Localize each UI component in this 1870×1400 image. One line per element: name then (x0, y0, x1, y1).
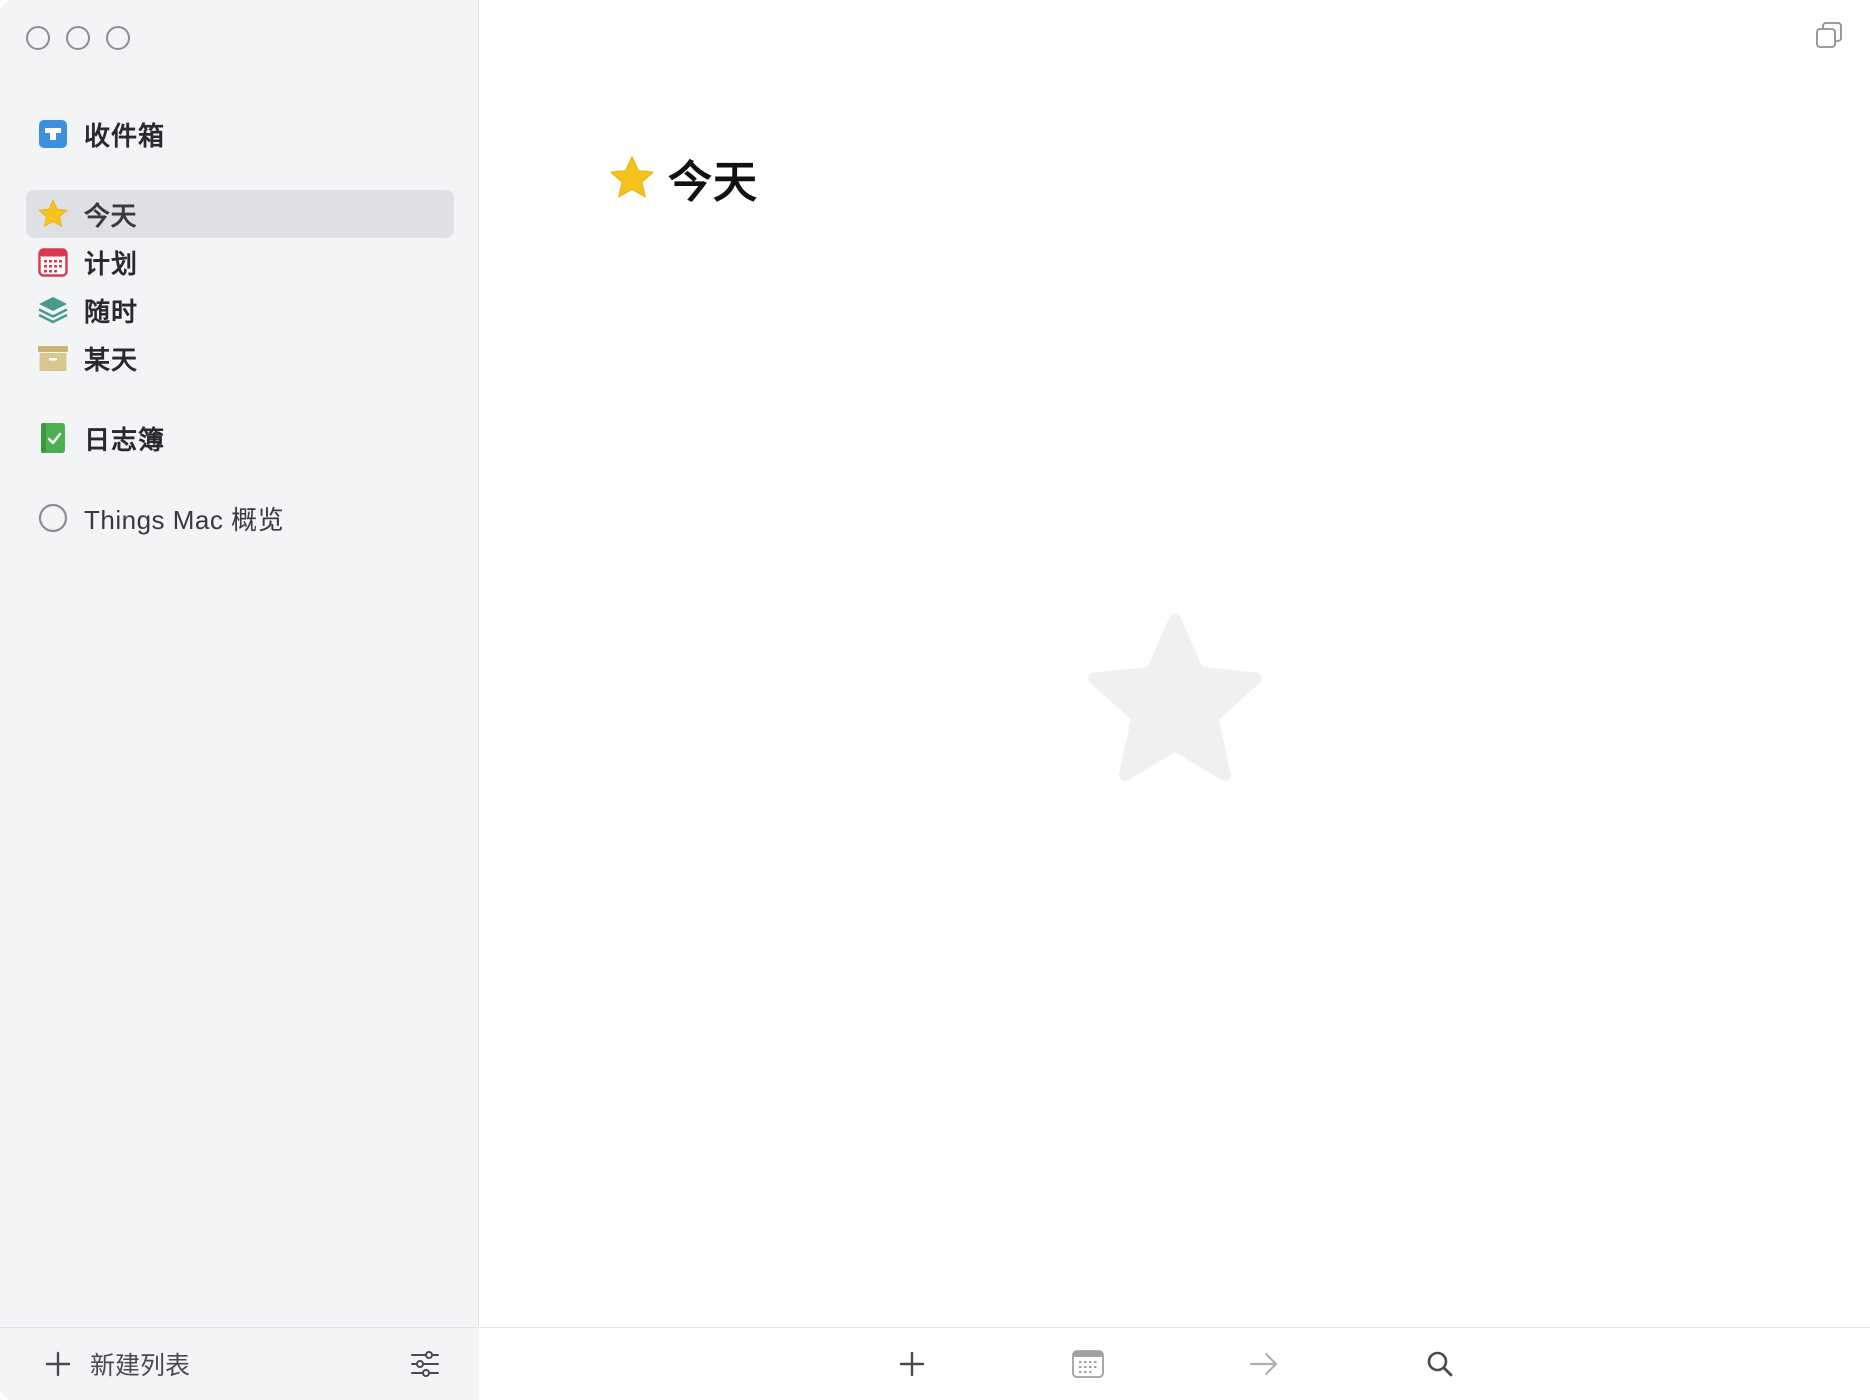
calendar-icon (1072, 1350, 1104, 1378)
sidebar-item-inbox[interactable]: 收件箱 (26, 110, 454, 158)
new-list-button[interactable]: 新建列表 (44, 1346, 190, 1382)
sidebar-item-project[interactable]: Things Mac 概览 (26, 494, 454, 542)
sidebar-item-upcoming[interactable]: 计划 (26, 238, 454, 286)
sidebar-footer: 新建列表 (0, 1327, 479, 1400)
close-window-button[interactable] (26, 26, 50, 50)
sidebar-item-label: 某天 (84, 344, 139, 375)
sidebar-item-anytime[interactable]: 随时 (26, 286, 454, 334)
things-window: 收件箱 今天 计划 随时 某天 日志簿 Things Mac 概览 新建列表 今… (0, 0, 1870, 1400)
star-icon (610, 156, 654, 198)
new-list-label: 新建列表 (90, 1352, 191, 1380)
search-icon (1427, 1351, 1453, 1377)
sidebar-item-label: 随时 (84, 296, 139, 327)
logbook-icon (36, 421, 70, 455)
sidebar-item-label: 日志簿 (84, 424, 166, 455)
sidebar-item-label: 收件箱 (84, 120, 166, 151)
empty-state-star-icon (1088, 613, 1262, 782)
star-icon (36, 197, 70, 231)
zoom-window-button[interactable] (106, 26, 130, 50)
calendar-icon (36, 245, 70, 279)
sidebar-item-someday[interactable]: 某天 (26, 334, 454, 382)
window-copy-button[interactable] (1814, 20, 1844, 50)
sidebar-item-label: 计划 (84, 248, 139, 279)
page-title-row: 今天 (606, 146, 758, 210)
layers-icon (36, 293, 70, 327)
filter-settings-button[interactable] (409, 1348, 441, 1380)
window-copy-icon (1816, 22, 1842, 48)
minimize-window-button[interactable] (66, 26, 90, 50)
sidebar-item-logbook[interactable]: 日志簿 (26, 414, 454, 462)
project-circle-icon (36, 501, 70, 535)
arrow-right-icon (1249, 1352, 1278, 1376)
sidebar-item-label: Things Mac 概览 (84, 504, 285, 535)
sidebar-item-label: 今天 (84, 200, 138, 231)
add-todo-button[interactable] (894, 1346, 930, 1382)
move-button[interactable] (1246, 1346, 1282, 1382)
bottom-toolbar (480, 1327, 1870, 1400)
sidebar: 收件箱 今天 计划 随时 某天 日志簿 Things Mac 概览 新建列表 (0, 0, 479, 1400)
inbox-icon (36, 117, 70, 151)
window-controls (26, 26, 130, 50)
plus-icon (899, 1351, 925, 1377)
page-title: 今天 (668, 158, 758, 207)
when-button[interactable] (1070, 1346, 1106, 1382)
main-content: 今天 (480, 0, 1870, 1400)
sliders-icon (411, 1351, 439, 1377)
search-button[interactable] (1422, 1346, 1458, 1382)
plus-icon (45, 1351, 71, 1377)
sidebar-item-today[interactable]: 今天 (26, 190, 454, 238)
archive-box-icon (36, 341, 70, 375)
